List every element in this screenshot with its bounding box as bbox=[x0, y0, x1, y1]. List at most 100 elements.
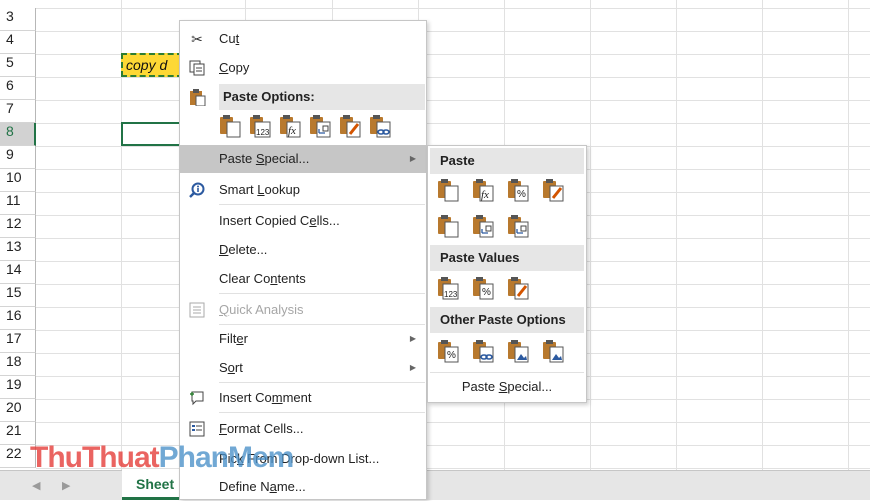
active-cell-c8[interactable] bbox=[121, 122, 183, 146]
sort-label: Sort bbox=[219, 360, 243, 375]
row-header-9[interactable]: 9 bbox=[0, 146, 36, 169]
scroll-right-icon[interactable]: ▶ bbox=[62, 479, 70, 492]
grid-col-line bbox=[762, 0, 763, 470]
paste-special-label: Paste Special... bbox=[219, 151, 310, 166]
menu-item-insert-copied-cells[interactable]: Insert Copied Cells... bbox=[180, 207, 426, 235]
menu-separator bbox=[219, 293, 425, 294]
cut-label: Cut bbox=[219, 31, 240, 46]
row-header-7[interactable]: 7 bbox=[0, 100, 36, 123]
paste-values-icon[interactable]: 123 bbox=[248, 114, 272, 138]
menu-item-format-cells[interactable]: Format Cells... bbox=[180, 415, 426, 443]
paste-icon[interactable] bbox=[218, 114, 242, 138]
row-header-10[interactable]: 10 bbox=[0, 169, 36, 192]
paste-values-icon[interactable]: 123 bbox=[436, 276, 460, 300]
row-header-17[interactable]: 17 bbox=[0, 330, 36, 353]
paste-all-icon[interactable] bbox=[436, 178, 460, 202]
paste-transpose-icon[interactable] bbox=[308, 114, 332, 138]
row-header-6[interactable]: 6 bbox=[0, 77, 36, 100]
paste-special-submenu: Paste Paste Values Other Paste Options P… bbox=[427, 145, 587, 403]
context-menu: ✂ Cut Copy Paste Options: Paste Special.… bbox=[179, 20, 427, 500]
svg-text:123: 123 bbox=[444, 290, 458, 299]
submenu-paste-header: Paste bbox=[430, 148, 584, 174]
menu-item-paste-special[interactable]: Paste Special... ▶ bbox=[180, 145, 426, 173]
smart-lookup-label: Smart Lookup bbox=[219, 182, 300, 197]
row-header-4[interactable]: 4 bbox=[0, 31, 36, 54]
submenu-paste-special[interactable]: Paste Special... bbox=[428, 373, 586, 401]
menu-item-sort[interactable]: Sort ▶ bbox=[180, 354, 426, 382]
comment-icon bbox=[188, 389, 206, 407]
copy-label: Copy bbox=[219, 60, 250, 75]
svg-text:%: % bbox=[517, 189, 526, 200]
row-header-8[interactable]: 8 bbox=[0, 123, 36, 146]
paste-formatting-icon[interactable]: % bbox=[436, 339, 460, 363]
grid-row-line bbox=[36, 77, 870, 78]
paste-keep-column-widths-icon[interactable] bbox=[471, 214, 495, 238]
svg-text:%: % bbox=[482, 287, 491, 298]
grid-row-line bbox=[36, 422, 870, 423]
row-header-18[interactable]: 18 bbox=[0, 353, 36, 376]
menu-item-delete[interactable]: Delete... bbox=[180, 236, 426, 264]
smart-lookup-icon bbox=[188, 181, 206, 199]
paste-transpose-icon[interactable] bbox=[506, 214, 530, 238]
clear-contents-label: Clear Contents bbox=[219, 271, 306, 286]
paste-values-number-format-icon[interactable]: % bbox=[471, 276, 495, 300]
menu-item-cut[interactable]: ✂ Cut bbox=[180, 25, 426, 53]
svg-text:fx: fx bbox=[481, 189, 489, 201]
scroll-left-icon[interactable]: ◀ bbox=[32, 479, 40, 492]
svg-text:%: % bbox=[447, 350, 456, 361]
submenu-arrow-icon: ▶ bbox=[409, 334, 416, 343]
format-cells-icon bbox=[188, 420, 206, 438]
row-header-13[interactable]: 13 bbox=[0, 238, 36, 261]
grid-col-line bbox=[676, 0, 677, 470]
paste-link-icon[interactable] bbox=[471, 339, 495, 363]
row-header-20[interactable]: 20 bbox=[0, 399, 36, 422]
paste-no-borders-icon[interactable] bbox=[436, 214, 460, 238]
paste-formulas-icon[interactable]: fx bbox=[471, 178, 495, 202]
submenu-arrow-icon: ▶ bbox=[409, 154, 416, 163]
menu-item-define-name[interactable]: Define Name... bbox=[180, 473, 426, 501]
format-cells-label: Format Cells... bbox=[219, 421, 304, 436]
menu-item-clear-contents[interactable]: Clear Contents bbox=[180, 265, 426, 293]
menu-item-copy[interactable]: Copy bbox=[180, 54, 426, 82]
row-header-16[interactable]: 16 bbox=[0, 307, 36, 330]
insert-comment-label: Insert Comment bbox=[219, 390, 312, 405]
row-header-5[interactable]: 5 bbox=[0, 54, 36, 77]
grid-col-line bbox=[590, 0, 591, 470]
filter-label: Filter bbox=[219, 331, 248, 346]
delete-label: Delete... bbox=[219, 242, 268, 257]
paste-options-icon bbox=[188, 88, 206, 106]
copied-cell-c5[interactable]: copy d bbox=[121, 53, 183, 77]
paste-formatting-icon[interactable] bbox=[338, 114, 362, 138]
grid-row-line bbox=[36, 31, 870, 32]
paste-keep-source-icon[interactable] bbox=[541, 178, 565, 202]
menu-separator bbox=[219, 204, 425, 205]
grid-row-line bbox=[36, 100, 870, 101]
quick-analysis-icon bbox=[188, 301, 206, 319]
menu-item-insert-comment[interactable]: Insert Comment bbox=[180, 384, 426, 412]
paste-formulas-number-format-icon[interactable]: % bbox=[506, 178, 530, 202]
row-header-19[interactable]: 19 bbox=[0, 376, 36, 399]
row-header-11[interactable]: 11 bbox=[0, 192, 36, 215]
row-header-15[interactable]: 15 bbox=[0, 284, 36, 307]
grid-row-line bbox=[36, 8, 870, 9]
quick-analysis-label: Quick Analysis bbox=[219, 302, 304, 317]
paste-link-icon[interactable] bbox=[368, 114, 392, 138]
svg-text:fx: fx bbox=[288, 125, 296, 137]
submenu-paste-values-header: Paste Values bbox=[430, 245, 584, 271]
submenu-arrow-icon: ▶ bbox=[409, 363, 416, 372]
menu-item-filter[interactable]: Filter ▶ bbox=[180, 325, 426, 353]
watermark-logo: ThuThuatPhanMem bbox=[30, 441, 294, 474]
paste-linked-picture-icon[interactable] bbox=[541, 339, 565, 363]
paste-formulas-icon[interactable]: fx bbox=[278, 114, 302, 138]
row-header-3[interactable]: 3 bbox=[0, 8, 36, 31]
paste-values-source-format-icon[interactable] bbox=[506, 276, 530, 300]
paste-picture-icon[interactable] bbox=[506, 339, 530, 363]
grid-col-line bbox=[848, 0, 849, 470]
menu-separator bbox=[219, 382, 425, 383]
submenu-other-header: Other Paste Options bbox=[430, 307, 584, 333]
define-name-label: Define Name... bbox=[219, 479, 306, 494]
menu-item-smart-lookup[interactable]: Smart Lookup bbox=[180, 176, 426, 204]
menu-item-quick-analysis: Quick Analysis bbox=[180, 296, 426, 324]
row-header-12[interactable]: 12 bbox=[0, 215, 36, 238]
row-header-14[interactable]: 14 bbox=[0, 261, 36, 284]
